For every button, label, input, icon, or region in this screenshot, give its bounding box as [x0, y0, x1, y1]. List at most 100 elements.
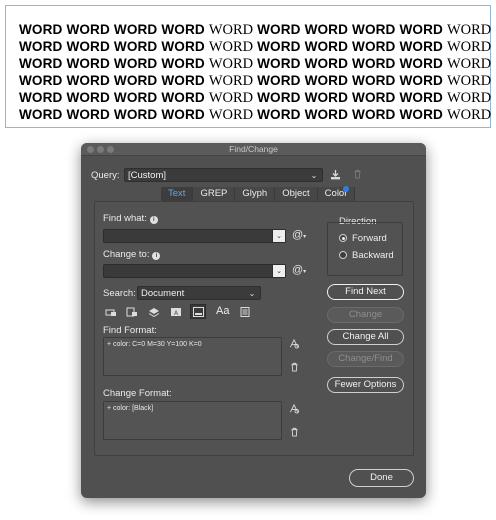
document-word: WORD [19, 39, 63, 54]
tab-text[interactable]: Text [161, 187, 194, 201]
include-locked-layers-icon[interactable] [105, 307, 117, 317]
document-word: WORD [304, 90, 349, 105]
document-word: WORD [446, 90, 492, 106]
query-select[interactable]: [Custom] ⌄ [124, 168, 323, 182]
change-all-button[interactable]: Change All [327, 329, 404, 345]
document-word: WORD [19, 73, 63, 88]
document-word: WORD [113, 22, 158, 37]
document-line: WORD WORD WORD WORD WORD WORD WORD WORD WORD WORD [19, 55, 495, 72]
document-word: WORD [19, 107, 63, 122]
document-word: WORD [352, 22, 396, 37]
document-word: WORD [446, 73, 492, 89]
document-word: WORD [113, 73, 158, 88]
document-word: WORD [161, 39, 205, 54]
dialog-titlebar[interactable]: Find/Change [81, 143, 426, 156]
direction-backward-radio[interactable] [339, 251, 347, 259]
find-next-button[interactable]: Find Next [327, 284, 404, 300]
direction-group [327, 222, 403, 276]
document-word: WORD [257, 56, 301, 71]
document-word: WORD [399, 90, 443, 105]
chevron-down-icon[interactable]: ⌄ [272, 265, 285, 277]
document-word: WORD [208, 22, 254, 38]
find-change-dialog: Find/Change Query: [Custom] ⌄ Text GREP Gl… [81, 143, 426, 498]
search-scope-select[interactable]: Document ⌄ [137, 286, 261, 300]
chevron-down-icon[interactable]: ⌄ [272, 230, 285, 242]
query-value: [Custom] [128, 170, 167, 181]
document-word: WORD [446, 39, 492, 55]
document-line: WORD WORD WORD WORD WORD WORD WORD WORD WORD WORD [19, 38, 495, 55]
query-label: Query: [91, 170, 120, 181]
tab-bar: Text GREP Glyph Object Color [161, 187, 356, 201]
tab-object[interactable]: Object [275, 187, 318, 201]
document-word: WORD [66, 39, 110, 54]
whole-word-icon[interactable] [239, 307, 251, 317]
document-word: WORD [352, 39, 396, 54]
change-format-value: + color: [Black] [107, 405, 154, 412]
tab-glyph[interactable]: Glyph [235, 187, 276, 201]
document-line: WORD WORD WORD WORD WORD WORD WORD WORD WORD WORD [19, 89, 495, 106]
document-word: WORD [66, 56, 110, 71]
document-preview: WORD WORD WORD WORD WORD WORD WORD WORD WORD WORD… [5, 5, 491, 128]
document-word: WORD [399, 39, 443, 54]
tab-color[interactable]: Color [317, 187, 356, 201]
specify-change-format-icon[interactable] [289, 404, 300, 414]
specify-find-format-icon[interactable] [289, 339, 300, 349]
document-word: WORD [161, 107, 205, 122]
document-word: WORD [66, 90, 110, 105]
change-to-field[interactable]: ⌄ [103, 264, 286, 278]
document-word: WORD [113, 56, 158, 71]
include-hidden-layers-icon[interactable] [148, 307, 160, 317]
document-word: WORD [352, 90, 396, 105]
fewer-options-button[interactable]: Fewer Options [327, 377, 404, 393]
direction-forward-label[interactable]: Forward [352, 233, 387, 244]
case-sensitive-toggle[interactable]: Aa [216, 305, 229, 317]
document-word: WORD [19, 22, 63, 37]
document-word: WORD [399, 22, 443, 37]
document-word: WORD [66, 22, 110, 37]
change-format-box[interactable]: + color: [Black] [103, 401, 282, 440]
special-characters-for-replace-icon[interactable]: @▾ [292, 264, 306, 276]
clear-find-format-icon[interactable] [289, 362, 300, 372]
document-text: WORD WORD WORD WORD WORD WORD WORD WORD WORD WORD… [19, 21, 495, 123]
document-word: WORD [257, 90, 301, 105]
document-word: WORD [257, 107, 301, 122]
document-word: WORD [446, 107, 492, 123]
change-button[interactable]: Change [327, 307, 404, 323]
done-button[interactable]: Done [349, 469, 414, 487]
document-word: WORD [352, 107, 396, 122]
document-word: WORD [19, 56, 63, 71]
chevron-down-icon: ⌄ [248, 289, 256, 298]
special-characters-for-search-icon[interactable]: @▾ [292, 229, 306, 241]
document-word: WORD [304, 22, 349, 37]
document-word: WORD [161, 90, 205, 105]
delete-query-icon[interactable] [352, 169, 363, 179]
document-word: WORD [113, 107, 158, 122]
find-format-box[interactable]: + color: C=0 M=30 Y=100 K=0 [103, 337, 282, 376]
document-word: WORD [446, 56, 492, 72]
document-word: WORD [304, 107, 349, 122]
document-word: WORD [257, 39, 301, 54]
document-word: WORD [161, 22, 205, 37]
document-word: WORD [304, 56, 349, 71]
document-word: WORD [208, 39, 254, 55]
direction-forward-radio[interactable] [339, 234, 347, 242]
save-query-icon[interactable] [330, 170, 341, 180]
include-locked-stories-icon[interactable] [126, 307, 138, 317]
document-word: WORD [257, 73, 301, 88]
document-word: WORD [399, 73, 443, 88]
find-what-field[interactable]: ⌄ [103, 229, 286, 243]
clear-change-format-icon[interactable] [289, 427, 300, 437]
direction-backward-label[interactable]: Backward [352, 250, 394, 261]
include-footnotes-toggle[interactable] [190, 304, 206, 319]
info-icon[interactable]: i [149, 216, 158, 224]
change-find-button[interactable]: Change/Find [327, 351, 404, 367]
tab-grep[interactable]: GREP [193, 187, 236, 201]
document-word: WORD [66, 107, 110, 122]
tab-indicator-dot [343, 186, 349, 192]
document-word: WORD [113, 90, 158, 105]
document-word: WORD [161, 73, 205, 88]
footnotes-icon [193, 307, 204, 317]
info-icon[interactable]: i [152, 252, 161, 260]
document-line: WORD WORD WORD WORD WORD WORD WORD WORD WORD WORD [19, 21, 495, 38]
include-master-pages-icon[interactable]: A [170, 307, 182, 317]
